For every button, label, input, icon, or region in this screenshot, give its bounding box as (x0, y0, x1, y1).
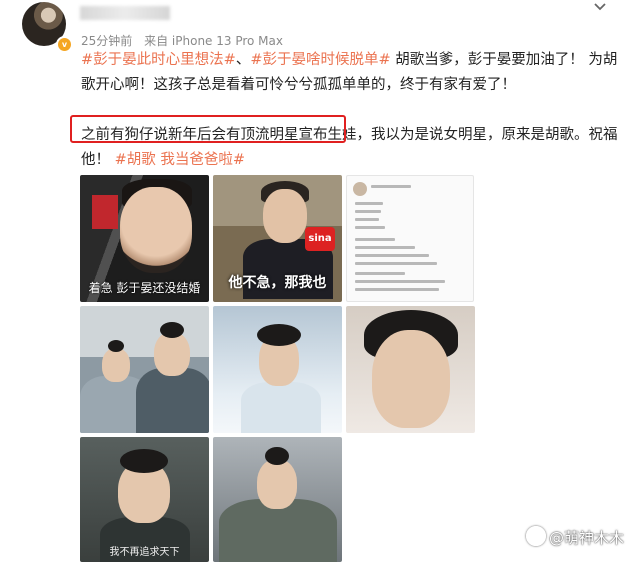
face-shape (257, 459, 297, 509)
text-line (371, 185, 411, 188)
face-shape (154, 332, 190, 376)
photo-thumbnail-6[interactable] (346, 306, 475, 433)
photo-thumbnail-2[interactable]: sina 他不急，那我也 (213, 175, 342, 302)
highlight-box (70, 115, 346, 143)
photo-caption: 我不再追求天下 (109, 547, 180, 558)
text-line (355, 238, 395, 241)
photo-thumbnail-7[interactable]: 我不再追求天下 (80, 437, 209, 562)
photo-thumbnail-8[interactable] (213, 437, 342, 562)
author-name-blurred[interactable] (80, 6, 170, 20)
watermark-logo-icon (526, 526, 546, 546)
separator: 、 (235, 52, 251, 68)
hair-shape (257, 324, 301, 346)
post-paragraph-1: #彭于晏此时心里想法#、#彭于晏啥时候脱单# 胡歌当爹，彭于晏要加油了！ 为胡歌… (81, 48, 621, 98)
text-line (355, 254, 429, 257)
text-line (355, 246, 415, 249)
chevron-down-icon[interactable] (592, 0, 608, 14)
watermark-text: @萌神木木 (549, 529, 625, 547)
hair-shape (265, 447, 289, 465)
verified-badge-icon: v (56, 36, 73, 53)
microphone-icon: sina (305, 227, 335, 251)
hair-shape (120, 449, 168, 473)
post-text: #彭于晏此时心里想法#、#彭于晏啥时候脱单# 胡歌当爹，彭于晏要加油了！ 为胡歌… (81, 48, 621, 173)
text-line (355, 272, 405, 275)
face-shape (102, 348, 130, 382)
text-line (355, 202, 383, 205)
hashtag-link[interactable]: #胡歌 我当爸爸啦# (115, 152, 245, 168)
watermark: @萌神木木 (526, 526, 624, 548)
photo-caption: 着急 彭于晏还没结婚 (88, 281, 201, 295)
robe-shape (241, 382, 321, 433)
robe-shape (136, 368, 209, 433)
post-meta: 25分钟前 来自 iPhone 13 Pro Max (81, 32, 291, 49)
hair-shape (160, 322, 184, 338)
text-line (355, 262, 437, 265)
face-shape (263, 189, 307, 243)
text-line (355, 218, 379, 221)
brand-logo-icon (92, 195, 118, 229)
photo-caption: 他不急，那我也 (228, 275, 327, 291)
text-line (355, 210, 381, 213)
text-line (355, 226, 385, 229)
post-source: 来自 iPhone 13 Pro Max (144, 34, 283, 48)
hashtag-link[interactable]: #彭于晏此时心里想法# (81, 52, 236, 68)
hair-shape (108, 340, 124, 352)
photo-thumbnail-3[interactable] (346, 175, 474, 302)
face-shape (372, 330, 450, 428)
text-line (355, 288, 439, 291)
post-time: 25分钟前 (81, 34, 133, 48)
photo-thumbnail-5[interactable] (213, 306, 342, 433)
face-shape (120, 187, 192, 273)
avatar-icon (353, 182, 367, 196)
hashtag-link[interactable]: #彭于晏啥时候脱单# (250, 52, 390, 68)
text-line (355, 280, 445, 283)
photo-thumbnail-4[interactable] (80, 306, 209, 433)
photo-thumbnail-1[interactable]: 着急 彭于晏还没结婚 (80, 175, 209, 302)
